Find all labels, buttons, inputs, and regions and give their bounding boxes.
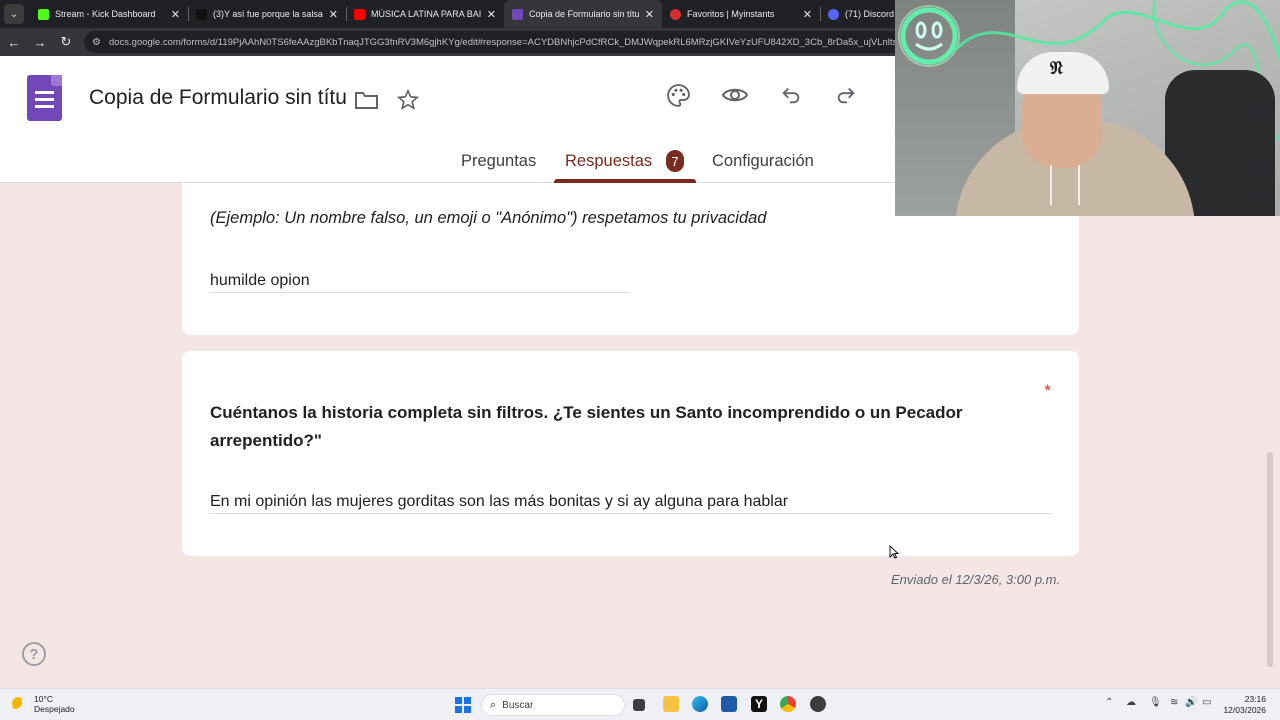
redo-icon[interactable] [835, 84, 857, 106]
form-title[interactable]: Copia de Formulario sin título [89, 86, 347, 110]
browser-tab-tiktok[interactable]: (3)Y así fue porque la salsa cale ✕ [188, 0, 346, 28]
browser-tab-youtube[interactable]: MÚSICA LATINA PARA BAILAR ✕ [346, 0, 504, 28]
question-hint: (Ejemplo: Un nombre falso, un emoji o "A… [210, 209, 767, 227]
site-info-icon[interactable]: ⚙ [92, 37, 101, 48]
tab-settings[interactable]: Configuración [712, 152, 814, 171]
tab-responses[interactable]: Respuestas [565, 152, 652, 171]
browser-tab-kick[interactable]: Stream - Kick Dashboard ✕ [30, 0, 188, 28]
tab-questions[interactable]: Preguntas [461, 152, 536, 171]
back-arrow-icon[interactable]: ← [2, 30, 26, 54]
close-tab-icon[interactable]: ✕ [645, 8, 654, 21]
close-tab-icon[interactable]: ✕ [171, 8, 180, 21]
system-clock[interactable]: 23:16 12/03/2026 [1223, 694, 1266, 716]
battery-icon[interactable]: ▭ [1202, 697, 1211, 708]
tab-title: Stream - Kick Dashboard [55, 9, 156, 19]
yandex-app-icon[interactable]: Y [751, 696, 767, 712]
cap-logo-icon: 𝔑 [1050, 58, 1063, 79]
moon-weather-icon [12, 697, 26, 711]
google-forms-logo-icon[interactable] [27, 75, 62, 121]
edge-browser-icon[interactable] [692, 696, 708, 712]
answer-text: En mi opinión las mujeres gorditas son l… [210, 493, 789, 510]
obs-icon[interactable] [810, 696, 826, 712]
folder-icon[interactable] [354, 90, 379, 110]
wifi-icon[interactable]: ≋ [1170, 697, 1178, 708]
hoodie-strings [1050, 165, 1080, 205]
star-icon[interactable] [397, 89, 419, 111]
cloud-icon[interactable]: ☁ [1126, 697, 1136, 708]
discord-favicon-icon [828, 8, 839, 20]
tab-search-chevron-icon[interactable]: ⌄ [4, 4, 24, 24]
close-tab-icon[interactable]: ✕ [803, 8, 812, 21]
undo-icon[interactable] [780, 84, 802, 106]
search-icon: ⌕ [490, 698, 497, 711]
eye-icon[interactable] [722, 86, 748, 104]
address-bar[interactable]: ⚙ docs.google.com/forms/d/119PjAAhN0TS6f… [84, 31, 904, 53]
answer-text: humilde opion [210, 272, 310, 289]
tab-title: Copia de Formulario sin título [529, 9, 639, 19]
required-asterisk: * [1044, 381, 1051, 400]
weather-desc: Despejado [34, 704, 75, 714]
store-icon[interactable] [721, 696, 737, 712]
youtube-favicon-icon [354, 8, 365, 20]
webcam-overlay: 𝔑 [895, 0, 1280, 216]
search-placeholder: Buscar [502, 699, 534, 711]
tab-title: MÚSICA LATINA PARA BAILAR [371, 9, 481, 19]
tray-overflow-chevron-icon[interactable]: ⌃ [1105, 697, 1113, 708]
mouse-cursor-icon [889, 545, 899, 559]
weather-widget[interactable]: 10°C Despejado [12, 694, 75, 714]
tab-title: Favoritos | Myinstants [687, 9, 775, 19]
palette-icon[interactable] [666, 83, 691, 108]
responses-count-badge: 7 [666, 150, 684, 172]
close-tab-icon[interactable]: ✕ [487, 8, 496, 21]
chrome-icon[interactable] [780, 696, 796, 712]
answer-underline [210, 513, 1052, 514]
clock-time: 23:16 [1244, 694, 1266, 704]
tiktok-favicon-icon [196, 8, 207, 20]
taskbar-search[interactable]: ⌕ Buscar [481, 694, 625, 716]
forms-favicon-icon [512, 8, 523, 20]
reload-icon[interactable]: ↻ [54, 30, 78, 54]
microphone-icon[interactable]: 🎙 [1149, 697, 1162, 708]
page-scrollbar[interactable] [1267, 452, 1273, 667]
close-tab-icon[interactable]: ✕ [329, 8, 338, 21]
windows-taskbar: 10°C Despejado ⌕ Buscar Y ⌃ ☁ 🎙 ≋ 🔊 ▭ 23… [0, 688, 1280, 720]
submitted-timestamp: Enviado el 12/3/26, 3:00 p.m. [891, 572, 1061, 587]
help-icon[interactable]: ? [22, 642, 46, 666]
windows-start-icon[interactable] [455, 697, 471, 713]
answer-underline [210, 292, 630, 293]
task-view-icon[interactable] [633, 699, 645, 711]
weather-temp: 10°C [34, 694, 53, 704]
clock-date: 12/03/2026 [1223, 705, 1266, 715]
kick-favicon-icon [38, 8, 49, 20]
browser-tab-myinstants[interactable]: Favoritos | Myinstants ✕ [662, 0, 820, 28]
url-text: docs.google.com/forms/d/119PjAAhN0TS6feA… [108, 36, 904, 48]
browser-tab-forms[interactable]: Copia de Formulario sin título ✕ [504, 0, 662, 28]
question-title: Cuéntanos la historia completa sin filtr… [210, 403, 963, 450]
speaker-icon[interactable]: 🔊 [1185, 697, 1197, 708]
forward-arrow-icon[interactable]: → [28, 30, 52, 54]
response-card-story: * Cuéntanos la historia completa sin fil… [182, 351, 1079, 556]
myinstants-favicon-icon [670, 8, 681, 20]
file-explorer-icon[interactable] [663, 696, 679, 712]
tab-title: (3)Y así fue porque la salsa cale [213, 9, 323, 19]
